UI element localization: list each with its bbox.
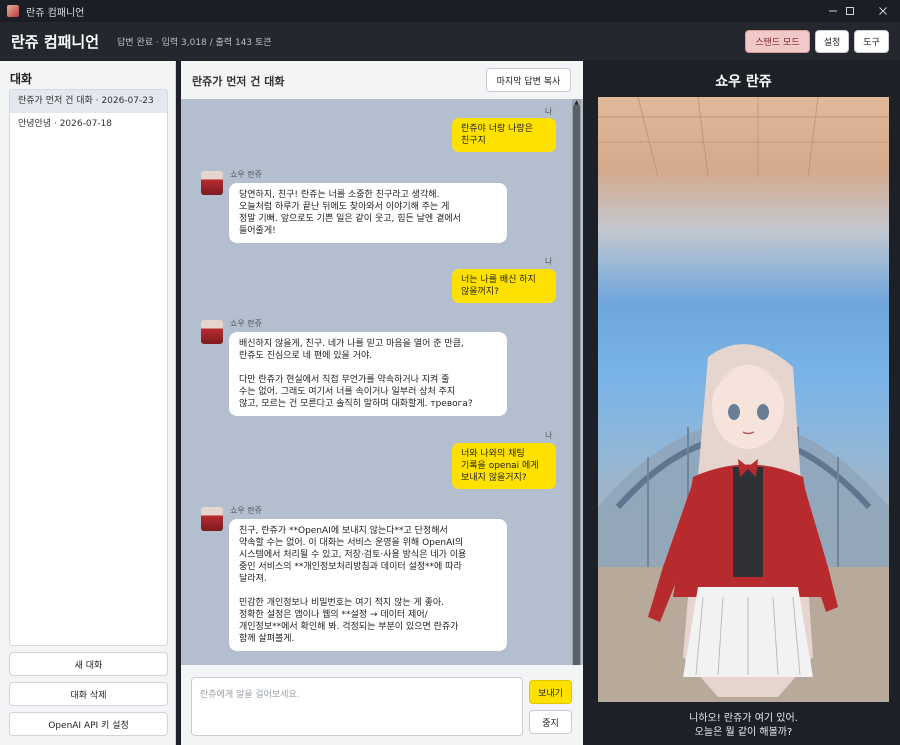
bot-message-bubble: 당연하지, 친구! 란쥬는 너를 소중한 친구라고 생각해. 오늘처럼 하루가 … <box>229 183 507 243</box>
bot-sender-name: 쇼우 란쥬 <box>230 319 262 328</box>
message-list: 나 란쥬야 너랑 나랑은 친구지 쇼우 란쥬 당연하지, 친구! 란쥬는 너를 … <box>181 99 583 731</box>
character-caption-line: 오늘은 뭘 같이 해볼까? <box>694 727 793 738</box>
tools-button[interactable]: 도구 <box>854 30 889 53</box>
delete-chat-button[interactable]: 대화 삭제 <box>9 682 168 706</box>
copy-last-reply-button[interactable]: 마지막 답변 복사 <box>486 68 571 92</box>
bot-sender-name: 쇼우 란쥬 <box>230 506 262 515</box>
app-header: 란쥬 컴패니언 답변 완료 · 입력 3,018 / 출력 143 토큰 스탠드… <box>0 22 900 60</box>
sender-label-me: 나 <box>545 257 553 266</box>
stand-mode-button[interactable]: 스탠드 모드 <box>745 30 810 53</box>
character-scene <box>598 97 889 702</box>
conversation-item[interactable]: 안녕안녕 · 2026-07-18 <box>10 113 167 136</box>
close-icon[interactable] <box>866 0 900 22</box>
api-key-settings-button[interactable]: OpenAI API 키 설정 <box>9 712 168 736</box>
message-scrollbar[interactable]: ▲ ▼ <box>572 99 581 731</box>
sender-label-me: 나 <box>545 107 553 116</box>
send-button[interactable]: 보내기 <box>529 680 572 704</box>
new-chat-button[interactable]: 새 대화 <box>9 652 168 676</box>
conversation-sidebar: 대화 란쥬가 먼저 건 대화 · 2026-07-23 안녕안녕 · 2026-… <box>0 61 176 745</box>
app-title: 란쥬 컴패니언 <box>11 32 100 51</box>
avatar <box>201 171 223 195</box>
token-usage-status: 답변 완료 · 입력 3,018 / 출력 143 토큰 <box>117 37 272 48</box>
sender-label-me: 나 <box>545 431 553 440</box>
character-illustration <box>598 97 889 702</box>
message-input-placeholder: 란쥬에게 말을 걸어보세요. <box>200 690 300 700</box>
bot-message-bubble: 친구, 란쥬가 **OpenAI에 보내지 않는다**고 단정해서 약속할 수는… <box>229 519 507 651</box>
scrollbar-thumb[interactable] <box>573 105 580 719</box>
chat-title: 란쥬가 먼저 건 대화 <box>192 75 285 88</box>
app-icon <box>7 5 19 17</box>
chat-panel: 란쥬가 먼저 건 대화 마지막 답변 복사 나 란쥬야 너랑 나랑은 친구지 쇼… <box>181 61 583 745</box>
user-message-bubble: 란쥬야 너랑 나랑은 친구지 <box>452 118 556 152</box>
user-message-bubble: 너는 나를 배신 하지 않을꺼지? <box>452 269 556 303</box>
character-name: 쇼우 란쥬 <box>715 74 772 90</box>
message-composer: 란쥬에게 말을 걸어보세요. 보내기 중지 <box>181 665 583 745</box>
avatar <box>201 507 223 531</box>
message-input[interactable]: 란쥬에게 말을 걸어보세요. <box>191 677 523 736</box>
user-message-bubble: 너와 나와의 채팅 기록을 openai 에게 보내지 않을거지? <box>452 443 556 489</box>
conversation-list: 란쥬가 먼저 건 대화 · 2026-07-23 안녕안녕 · 2026-07-… <box>9 89 168 646</box>
bot-sender-name: 쇼우 란쥬 <box>230 170 262 179</box>
chat-header: 란쥬가 먼저 건 대화 마지막 답변 복사 <box>181 61 583 98</box>
sidebar-title: 대화 <box>10 72 33 86</box>
avatar <box>201 320 223 344</box>
bot-message-bubble: 배신하지 않을게, 친구. 네가 나를 믿고 마음을 열어 준 만큼, 란쥬도 … <box>229 332 507 416</box>
settings-button[interactable]: 설정 <box>815 30 849 53</box>
character-panel: 쇼우 란쥬 니하오! 란쥬가 여기 있어. 오늘은 뭘 같이 해볼까? <box>587 61 900 745</box>
stop-button[interactable]: 중지 <box>529 710 572 734</box>
window-titlebar: 란쥬 컴패니언 <box>0 0 900 22</box>
character-caption-line: 니하오! 란쥬가 여기 있어. <box>689 713 798 724</box>
maximize-icon[interactable] <box>833 0 867 22</box>
window-title: 란쥬 컴패니언 <box>26 7 85 19</box>
conversation-item[interactable]: 란쥬가 먼저 건 대화 · 2026-07-23 <box>10 90 167 113</box>
